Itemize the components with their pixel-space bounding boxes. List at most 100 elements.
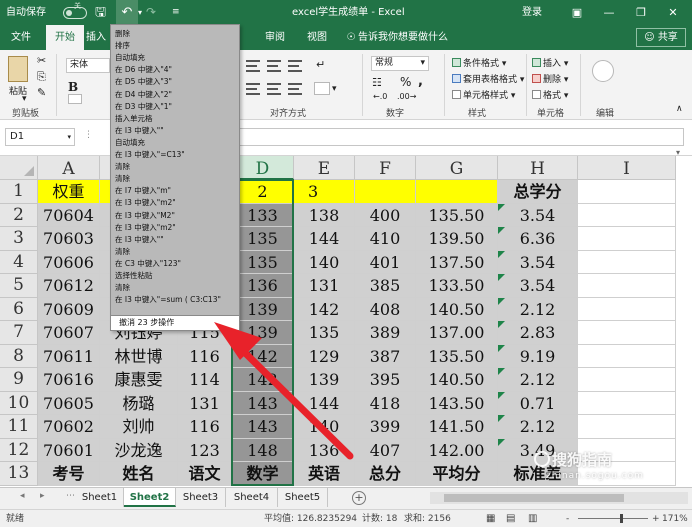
sheet-more-icon[interactable]: ⋯ xyxy=(66,491,75,501)
sheet-tab-sheet2[interactable]: Sheet2 xyxy=(124,488,176,507)
cell-e3[interactable]: 144 xyxy=(294,227,355,251)
zoom-in-button[interactable]: + xyxy=(652,510,660,527)
cell-e1[interactable]: 3 xyxy=(294,180,355,204)
format-painter-icon[interactable]: ✎ xyxy=(37,86,46,99)
cell-e11[interactable]: 140 xyxy=(294,415,355,439)
paste-dropdown-icon[interactable]: ▾ xyxy=(22,94,27,104)
undo-icon[interactable]: ↶ xyxy=(116,0,138,25)
cell-a2[interactable]: 70604 xyxy=(38,203,100,227)
undo-list-item[interactable]: 插入单元格 xyxy=(115,113,153,124)
cell-g12[interactable]: 142.00 xyxy=(416,438,498,462)
cell-b11[interactable]: 刘帅 xyxy=(100,415,178,439)
undo-list-item[interactable]: 清除 xyxy=(115,173,130,184)
align-middle-icon[interactable] xyxy=(267,60,281,72)
cell-f3[interactable]: 410 xyxy=(355,227,416,251)
align-top-icon[interactable] xyxy=(246,60,260,72)
page-layout-icon[interactable]: ▤ xyxy=(506,510,515,527)
column-header-d[interactable]: D xyxy=(232,156,294,180)
undo-list-item[interactable]: 在 I3 中键入"" xyxy=(115,234,164,245)
merge-dropdown-icon[interactable]: ▾ xyxy=(332,84,337,94)
name-box-dropdown-icon[interactable]: ▾ xyxy=(67,129,71,145)
horizontal-scrollbar[interactable] xyxy=(430,492,688,504)
row-header-6[interactable]: 6 xyxy=(0,297,38,321)
cell-d2[interactable]: 133 xyxy=(232,203,294,227)
cell-b13[interactable]: 姓名 xyxy=(100,462,178,486)
cell-e7[interactable]: 135 xyxy=(294,321,355,345)
cell-d9[interactable]: 142 xyxy=(232,368,294,392)
cell-g9[interactable]: 140.50 xyxy=(416,368,498,392)
cell-d3[interactable]: 135 xyxy=(232,227,294,251)
cell-a12[interactable]: 70601 xyxy=(38,438,100,462)
column-header-h[interactable]: H xyxy=(498,156,578,180)
column-header-f[interactable]: F xyxy=(355,156,416,180)
page-break-icon[interactable]: ▥ xyxy=(528,510,537,527)
cell-i11[interactable] xyxy=(578,415,676,439)
cell-d8[interactable]: 142 xyxy=(232,344,294,368)
align-bottom-icon[interactable] xyxy=(288,60,302,72)
undo-list-item[interactable]: 自动填充 xyxy=(115,52,145,63)
align-center-icon[interactable] xyxy=(267,83,281,95)
row-header-1[interactable]: 1 xyxy=(0,180,38,204)
undo-list-item[interactable]: 删除 xyxy=(115,28,130,39)
add-sheet-button[interactable]: + xyxy=(352,491,366,505)
cell-a6[interactable]: 70609 xyxy=(38,297,100,321)
save-icon[interactable]: 🖫 xyxy=(95,0,106,25)
undo-list-item[interactable]: 在 I3 中键入"" xyxy=(115,125,164,136)
row-header-8[interactable]: 8 xyxy=(0,344,38,368)
cell-g5[interactable]: 133.50 xyxy=(416,274,498,298)
ribbon-display-icon[interactable]: ▣ xyxy=(560,0,594,25)
undo-list-item[interactable]: 在 I3 中键入"M2" xyxy=(115,210,175,221)
cell-h13[interactable]: 标准差 xyxy=(498,462,578,486)
cell-i10[interactable] xyxy=(578,391,676,415)
undo-list-item[interactable]: 在 I3 中键入"m2" xyxy=(115,222,176,233)
row-header-5[interactable]: 5 xyxy=(0,274,38,298)
cell-i12[interactable] xyxy=(578,438,676,462)
cell-g3[interactable]: 139.50 xyxy=(416,227,498,251)
font-name-select[interactable]: 宋体 xyxy=(66,58,110,73)
cell-d5[interactable]: 136 xyxy=(232,274,294,298)
cell-i3[interactable] xyxy=(578,227,676,251)
cell-g8[interactable]: 135.50 xyxy=(416,344,498,368)
undo-list-item[interactable]: 在 I3 中键入"=sum ( C3:C13" xyxy=(115,294,221,305)
cell-d11[interactable]: 143 xyxy=(232,415,294,439)
tab-home[interactable]: 开始 xyxy=(46,25,84,50)
cell-b8[interactable]: 林世博 xyxy=(100,344,178,368)
cell-i8[interactable] xyxy=(578,344,676,368)
redo-icon[interactable]: ↷ xyxy=(146,0,156,25)
column-header-a[interactable]: A xyxy=(38,156,100,180)
sheet-scroll-right-icon[interactable]: ▸ xyxy=(40,491,45,501)
formula-input[interactable] xyxy=(238,128,684,146)
cell-g7[interactable]: 137.00 xyxy=(416,321,498,345)
restore-icon[interactable]: ❐ xyxy=(624,0,658,25)
zoom-slider[interactable] xyxy=(578,518,648,519)
align-left-icon[interactable] xyxy=(246,83,260,95)
cell-f9[interactable]: 395 xyxy=(355,368,416,392)
login-link[interactable]: 登录 xyxy=(522,0,542,25)
zoom-level[interactable]: 171% xyxy=(662,510,688,527)
cell-a10[interactable]: 70605 xyxy=(38,391,100,415)
cell-f8[interactable]: 387 xyxy=(355,344,416,368)
undo-list-item[interactable]: 排序 xyxy=(115,40,130,51)
cell-f13[interactable]: 总分 xyxy=(355,462,416,486)
undo-list-item[interactable]: 自动填充 xyxy=(115,137,145,148)
number-format-select[interactable]: 常规 ▾ xyxy=(371,56,429,71)
cell-e13[interactable]: 英语 xyxy=(294,462,355,486)
column-header-i[interactable]: I xyxy=(578,156,676,180)
cell-c9[interactable]: 114 xyxy=(178,368,232,392)
cell-g10[interactable]: 143.50 xyxy=(416,391,498,415)
tab-review[interactable]: 审阅 xyxy=(258,25,292,50)
cell-d4[interactable]: 135 xyxy=(232,250,294,274)
undo-list-item[interactable]: 在 C3 中键入"123" xyxy=(115,258,181,269)
cell-a11[interactable]: 70602 xyxy=(38,415,100,439)
align-right-icon[interactable] xyxy=(288,83,302,95)
cell-i13[interactable] xyxy=(578,462,676,486)
cell-c13[interactable]: 语文 xyxy=(178,462,232,486)
cell-i4[interactable] xyxy=(578,250,676,274)
row-header-11[interactable]: 11 xyxy=(0,415,38,439)
decrease-decimal-icon[interactable]: .00→ xyxy=(397,92,416,101)
cell-g6[interactable]: 140.50 xyxy=(416,297,498,321)
cell-h8[interactable]: 9.19 xyxy=(498,344,578,368)
row-header-7[interactable]: 7 xyxy=(0,321,38,345)
name-box[interactable]: D1 ▾ xyxy=(5,128,75,146)
sheet-tab-sheet1[interactable]: Sheet1 xyxy=(76,488,124,507)
